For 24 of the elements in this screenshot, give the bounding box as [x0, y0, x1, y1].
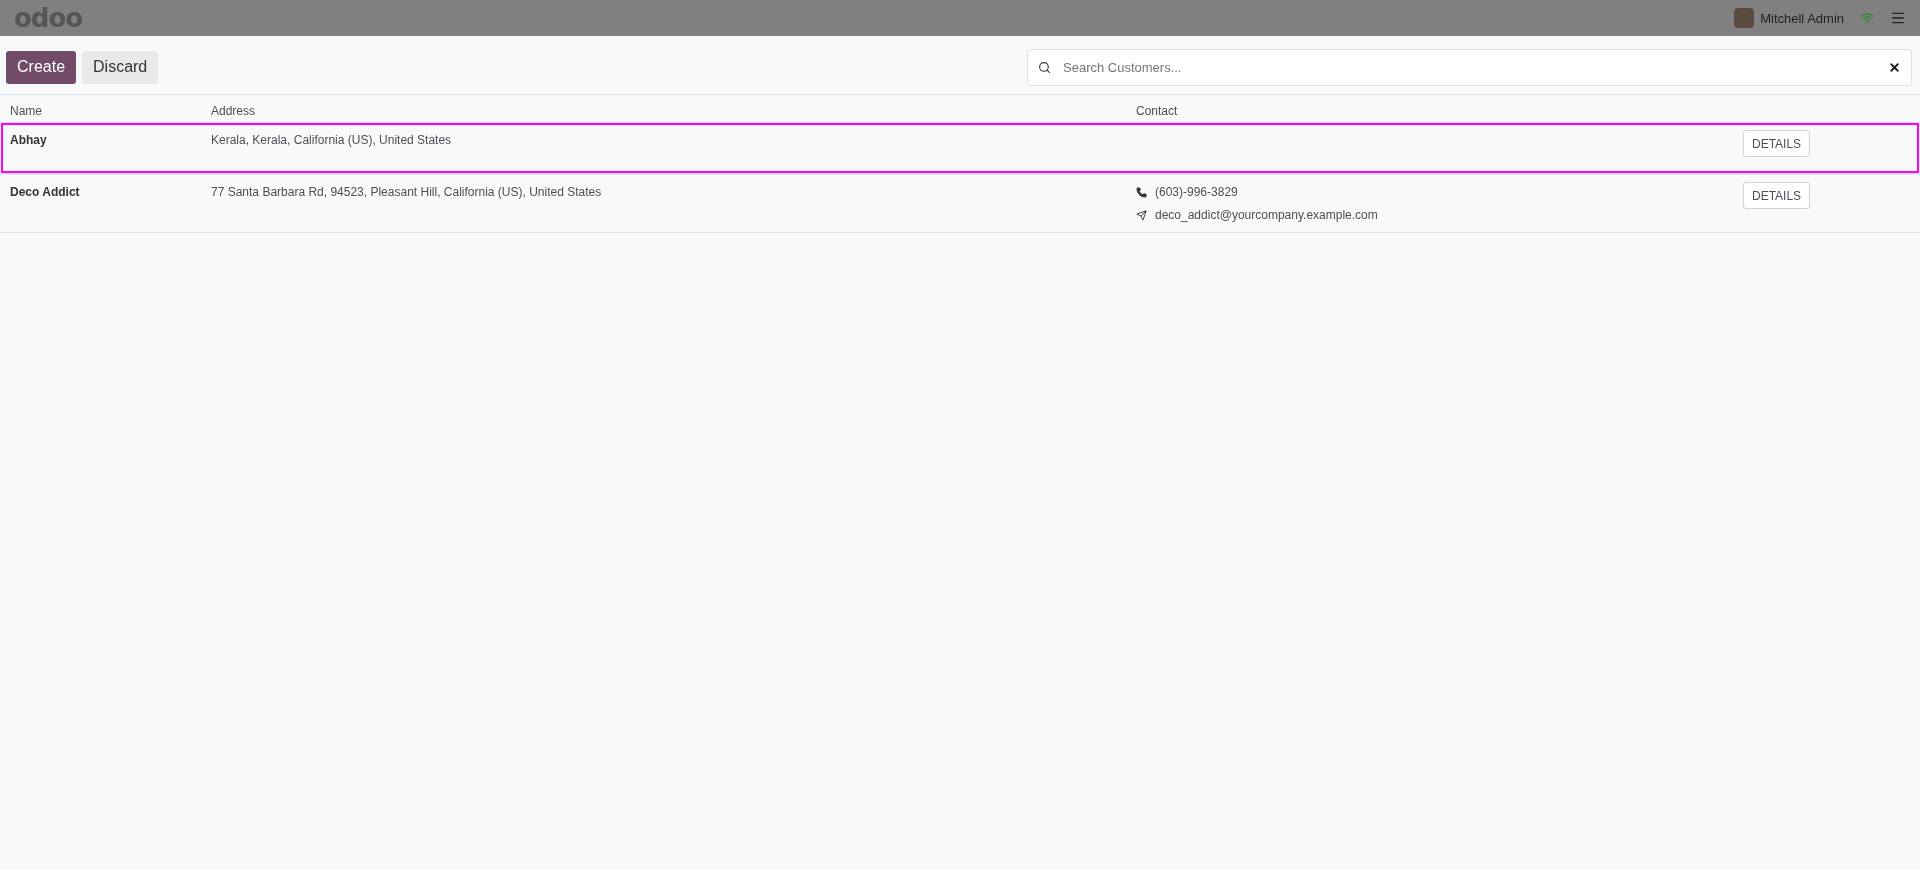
avatar — [1734, 8, 1755, 28]
table-row[interactable]: Deco Addict 77 Santa Barbara Rd, 94523, Pleasant Hill, California (US), United States (603)-996-3829 deco_addict@yourcompany.example.com DETAILS — [0, 174, 1920, 233]
user-name[interactable]: Mitchell Admin — [1760, 10, 1844, 26]
menu-icon[interactable] — [1890, 10, 1906, 26]
search-icon — [1038, 60, 1051, 74]
table-row[interactable]: Abhay Kerala, Kerala, California (US), United States DETAILS — [0, 122, 1920, 174]
phone-text: (603)-996-3829 — [1155, 185, 1238, 199]
search-field[interactable]: Search Customers... — [1027, 48, 1912, 86]
column-header: Name — [10, 104, 43, 118]
details-button[interactable]: DETAILS — [1743, 182, 1811, 209]
customer-name: Abhay — [10, 133, 48, 147]
column-header: Contact — [1136, 104, 1179, 118]
phone-icon — [1136, 186, 1147, 198]
create-button[interactable]: Create — [6, 50, 77, 84]
column-header: Address — [211, 104, 257, 118]
address-text: Kerala, Kerala, California (US), United States — [211, 133, 453, 147]
details-button[interactable]: DETAILS — [1743, 130, 1811, 157]
paper-plane-icon — [1136, 209, 1147, 221]
discard-button[interactable]: Discard — [82, 50, 159, 84]
email-text: deco_addict@yourcompany.example.com — [1155, 208, 1378, 222]
address-text: 77 Santa Barbara Rd, 94523, Pleasant Hill, California (US), United States — [211, 185, 603, 199]
search-input[interactable]: Search Customers... — [1061, 58, 1878, 76]
clear-icon[interactable] — [1888, 60, 1901, 74]
customer-name: Deco Addict — [10, 185, 81, 199]
